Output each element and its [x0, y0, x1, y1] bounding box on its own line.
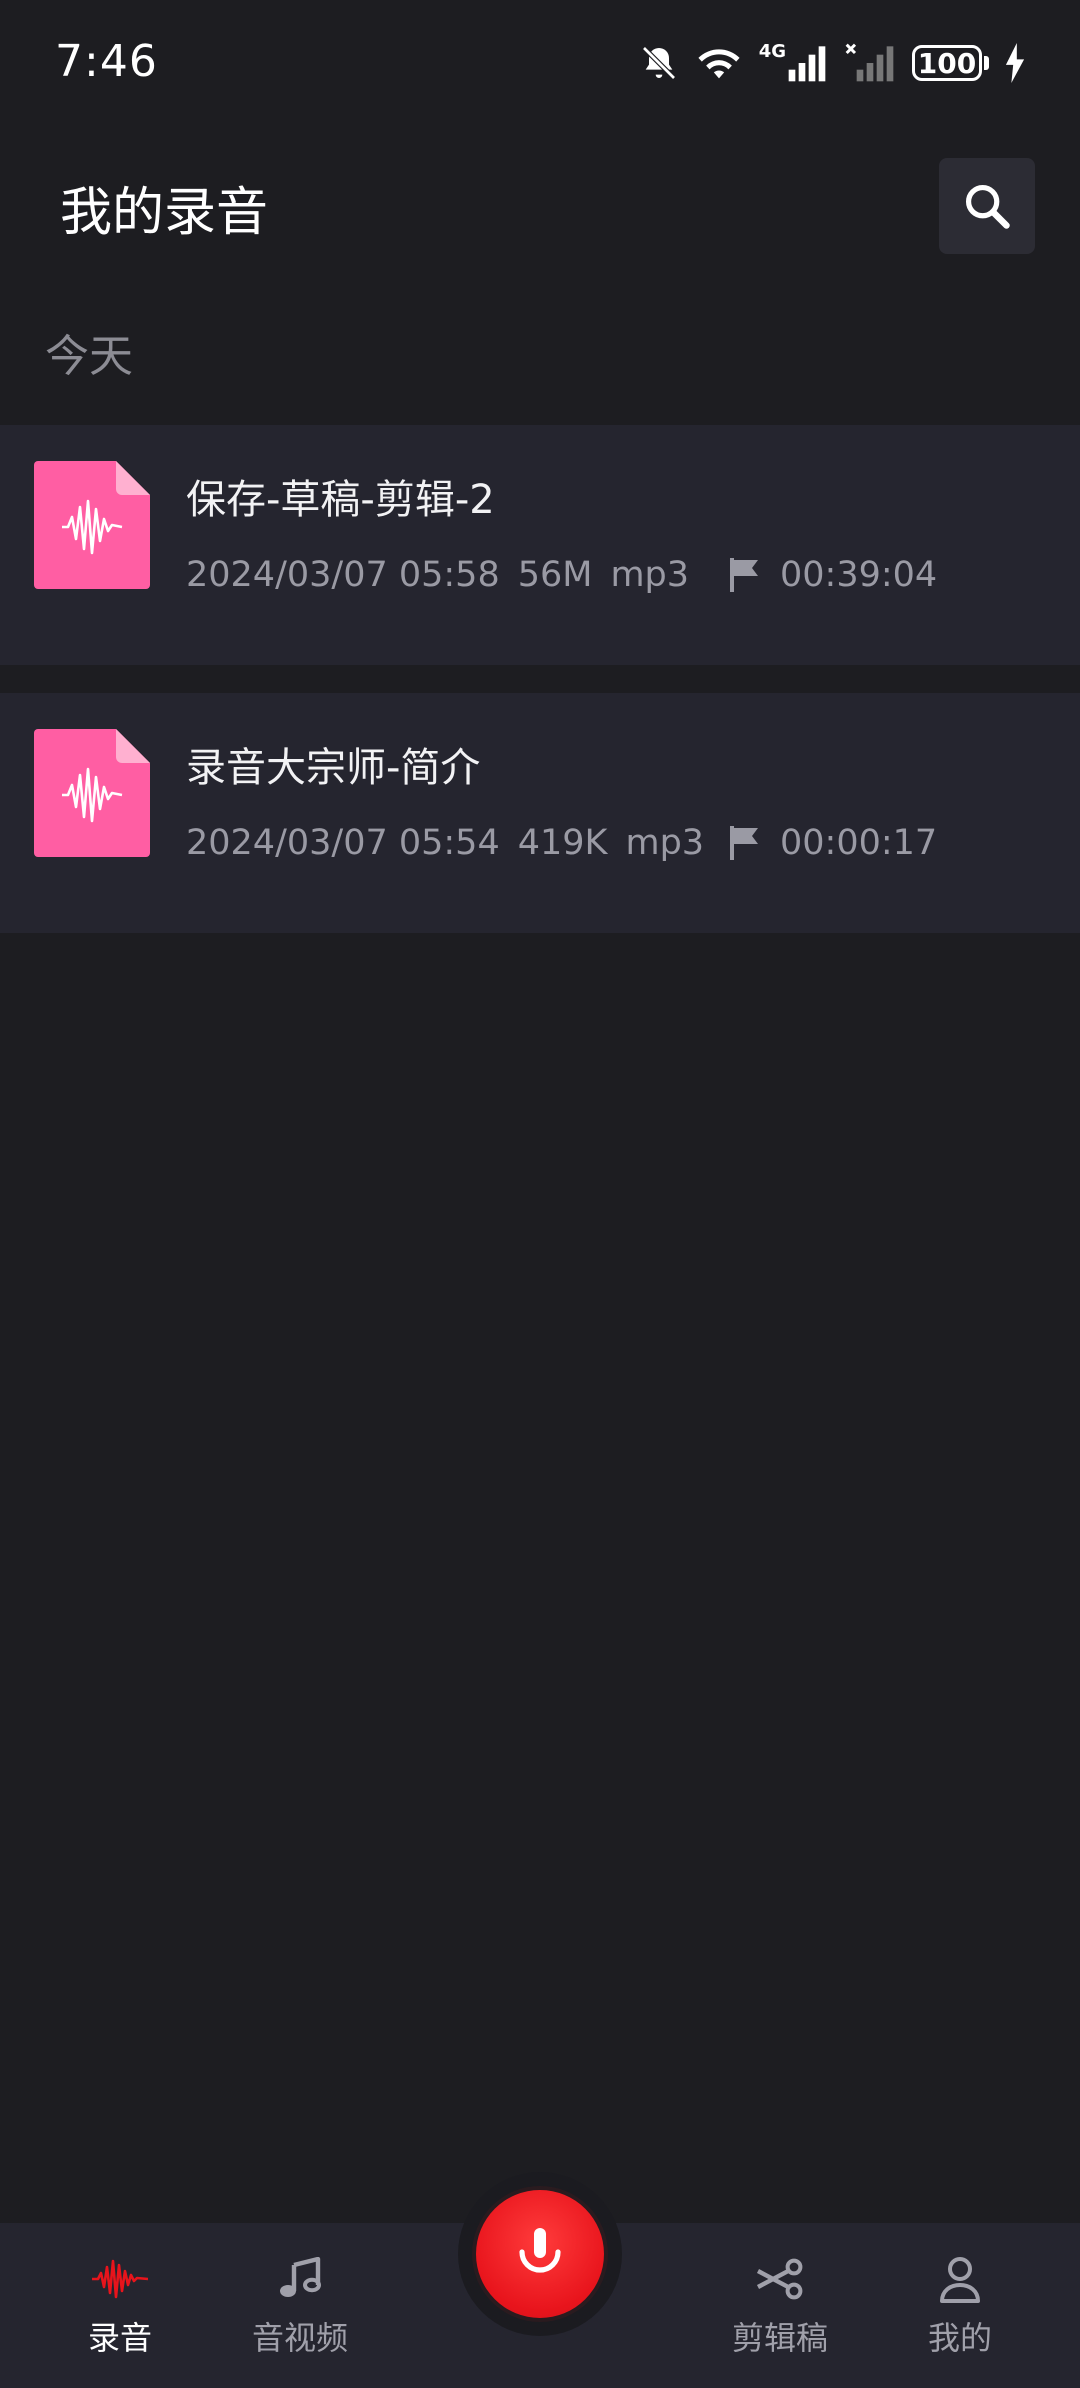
recording-title: 录音大宗师-简介 — [186, 745, 481, 791]
status-bar: 7:46 4G 100 — [0, 0, 1080, 130]
recording-title: 保存-草稿-剪辑-2 — [186, 477, 495, 523]
status-icons: 4G 100 — [639, 38, 1025, 88]
record-fab-ring — [458, 2172, 622, 2336]
nav-item-edits[interactable]: 剪辑稿 — [695, 2223, 865, 2388]
recording-datetime: 2024/03/07 05:54 — [186, 823, 500, 863]
recording-size: 56M — [517, 555, 593, 595]
recording-duration-value: 00:39:04 — [780, 555, 938, 595]
screen: 7:46 4G 100 我的录音 今天 保存-草稿-剪辑-2 2024/03/0… — [0, 0, 1080, 2388]
audio-file-icon — [34, 729, 150, 857]
recording-duration: 00:39:04 — [730, 555, 937, 595]
flag-icon — [730, 826, 758, 860]
nav-item-audio-video[interactable]: 音视频 — [215, 2223, 385, 2388]
recording-meta: 2024/03/07 05:58 56M mp3 — [186, 555, 689, 595]
nav-label: 剪辑稿 — [731, 2319, 828, 2357]
microphone-icon — [519, 2228, 561, 2273]
search-icon — [965, 184, 1010, 229]
network-type-label: 4G — [758, 41, 786, 62]
battery-icon: 100 — [912, 45, 989, 81]
header: 我的录音 — [0, 130, 1080, 280]
battery-level: 100 — [912, 45, 982, 81]
person-icon — [940, 2257, 980, 2303]
recording-format: mp3 — [610, 555, 690, 595]
flag-icon — [730, 558, 758, 592]
recording-datetime: 2024/03/07 05:58 — [186, 555, 500, 595]
search-button[interactable] — [939, 158, 1035, 254]
recording-duration: 00:00:17 — [730, 823, 937, 863]
nav-label: 音视频 — [251, 2319, 348, 2357]
section-label-today: 今天 — [45, 331, 133, 382]
record-button[interactable] — [476, 2190, 604, 2318]
music-note-icon — [280, 2257, 321, 2297]
signal-no-service-icon — [844, 43, 896, 83]
recording-size: 419K — [517, 823, 608, 863]
charging-icon — [1005, 43, 1025, 83]
status-time: 7:46 — [55, 36, 158, 87]
recording-item[interactable]: 保存-草稿-剪辑-2 2024/03/07 05:58 56M mp3 00:3… — [0, 425, 1080, 665]
audio-file-icon — [34, 461, 150, 589]
nav-label: 我的 — [927, 2319, 992, 2357]
signal-4g-icon: 4G — [759, 43, 828, 83]
recording-item[interactable]: 录音大宗师-简介 2024/03/07 05:54 419K mp3 00:00… — [0, 693, 1080, 933]
recording-duration-value: 00:00:17 — [780, 823, 938, 863]
nav-item-me[interactable]: 我的 — [875, 2223, 1045, 2388]
bell-off-icon — [639, 43, 679, 83]
page-title: 我的录音 — [60, 183, 269, 243]
wifi-icon — [695, 43, 743, 83]
waveform-icon — [92, 2259, 148, 2299]
recording-meta: 2024/03/07 05:54 419K mp3 — [186, 823, 704, 863]
nav-item-record[interactable]: 录音 — [35, 2223, 205, 2388]
recording-list: 保存-草稿-剪辑-2 2024/03/07 05:58 56M mp3 00:3… — [0, 425, 1080, 961]
scissors-icon — [756, 2258, 803, 2300]
nav-label: 录音 — [87, 2319, 152, 2357]
recording-format: mp3 — [625, 823, 705, 863]
